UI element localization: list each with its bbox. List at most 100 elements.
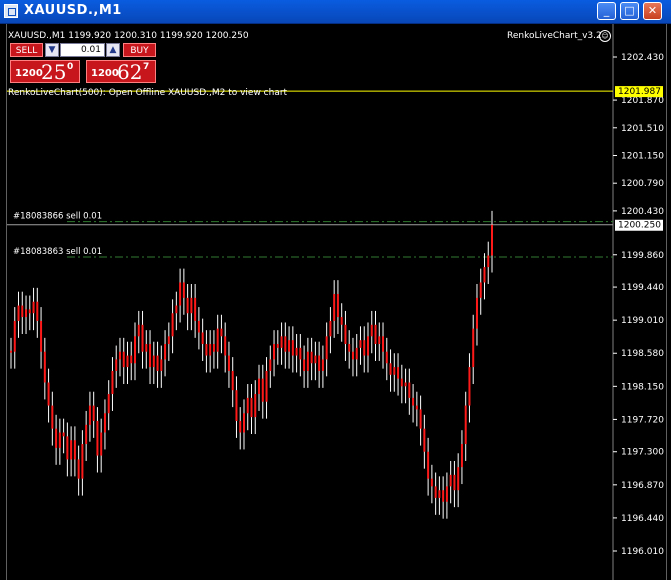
price-bar-body bbox=[404, 382, 407, 387]
price-bar-body bbox=[408, 382, 411, 398]
maximize-button[interactable]: □ bbox=[620, 2, 639, 20]
one-click-trading-panel: SELL ▼ 0.01 ▲ BUY 1200 25 0 1200 62 7 bbox=[10, 43, 156, 84]
price-bar-body bbox=[273, 344, 276, 360]
sell-price-main: 25 bbox=[41, 60, 67, 84]
chart-area[interactable]: 1202.430 1201.870 1201.510 1201.150 1200.790… bbox=[6, 24, 667, 580]
price-bar-body bbox=[115, 359, 118, 371]
price-bar-body bbox=[40, 320, 43, 352]
buy-price-main: 62 bbox=[117, 60, 143, 84]
price-axis-label: 1200.790 bbox=[621, 179, 664, 189]
price-chart[interactable]: 1202.430 1201.870 1201.510 1201.150 1200.790… bbox=[7, 24, 666, 580]
price-bar-body bbox=[73, 440, 76, 460]
price-bar-body bbox=[457, 467, 460, 491]
price-axis-label: 1197.720 bbox=[621, 415, 664, 425]
price-bar-body bbox=[235, 390, 238, 421]
price-bar-body bbox=[194, 297, 197, 321]
price-bar-body bbox=[141, 324, 144, 352]
buy-price-box[interactable]: 1200 62 7 bbox=[86, 60, 156, 84]
price-bar-body bbox=[389, 363, 392, 375]
price-bar-body bbox=[212, 344, 215, 352]
price-bar-body bbox=[62, 432, 65, 437]
status-message: RenkoLiveChart(500): Open Offline XAUUSD… bbox=[8, 88, 288, 98]
lot-size-input[interactable]: 0.01 bbox=[60, 43, 105, 57]
price-bar-body bbox=[385, 351, 388, 364]
price-axis-label: 1197.300 bbox=[621, 448, 664, 458]
price-bar-body bbox=[378, 336, 381, 345]
price-bar-body bbox=[310, 351, 313, 364]
price-bar-body bbox=[321, 359, 324, 371]
price-axis-label: 1201.870 bbox=[621, 96, 664, 106]
price-bar-body bbox=[156, 355, 159, 371]
price-bar-body bbox=[100, 432, 103, 456]
price-bar-body bbox=[284, 336, 287, 352]
price-bar-body bbox=[412, 397, 415, 406]
price-bar-body bbox=[295, 347, 298, 356]
price-bar-body bbox=[152, 355, 155, 368]
symbol-info-line: XAUUSD.,M1 1199.920 1200.310 1199.920 12… bbox=[8, 31, 249, 41]
price-bar-body bbox=[58, 432, 61, 448]
indicator-name-label: RenkoLiveChart_v3.2 bbox=[507, 31, 602, 41]
price-bar-body bbox=[325, 336, 328, 360]
price-bar-body bbox=[164, 344, 167, 360]
smiley-icon: ☺ bbox=[599, 30, 611, 42]
price-bar-body bbox=[171, 313, 174, 337]
price-bar-body bbox=[242, 413, 245, 433]
price-bar-body bbox=[55, 428, 58, 448]
minimize-button[interactable]: _ bbox=[597, 2, 616, 20]
price-bar-body bbox=[348, 344, 351, 352]
price-bar-body bbox=[17, 305, 20, 321]
price-bar-body bbox=[355, 347, 358, 360]
price-bar-body bbox=[491, 224, 493, 256]
price-bar-body bbox=[366, 336, 369, 356]
sell-button[interactable]: SELL bbox=[10, 43, 43, 57]
price-bar-body bbox=[190, 297, 193, 314]
buy-button[interactable]: BUY bbox=[123, 43, 156, 57]
price-axis-label: 1200.430 bbox=[621, 207, 664, 217]
price-bar-body bbox=[220, 328, 223, 337]
price-bar-body bbox=[134, 336, 137, 364]
chart-window-icon bbox=[4, 4, 18, 18]
price-bar-body bbox=[340, 317, 343, 325]
price-bar-body bbox=[400, 378, 403, 387]
lot-increase-button[interactable]: ▲ bbox=[106, 43, 120, 57]
price-bar-body bbox=[434, 486, 437, 498]
price-axis-label: 1196.010 bbox=[621, 547, 664, 557]
price-bar-body bbox=[32, 301, 35, 314]
price-bar-body bbox=[299, 347, 302, 360]
sell-price-box[interactable]: 1200 25 0 bbox=[10, 60, 80, 84]
price-bar-body bbox=[258, 378, 261, 395]
price-bar-body bbox=[438, 490, 441, 498]
price-bar-body bbox=[468, 367, 471, 406]
price-bar-body bbox=[344, 324, 347, 345]
price-bar-body bbox=[374, 324, 377, 345]
price-bar-body bbox=[197, 320, 200, 333]
price-bar-body bbox=[333, 293, 336, 321]
price-bar-body bbox=[427, 451, 430, 479]
price-bar-body bbox=[77, 459, 80, 479]
price-bar-body bbox=[472, 328, 475, 368]
price-bar-body bbox=[265, 370, 268, 402]
price-bar-body bbox=[276, 344, 279, 348]
price-bar-body bbox=[28, 309, 31, 314]
lot-decrease-button[interactable]: ▼ bbox=[45, 43, 59, 57]
close-button[interactable]: ✕ bbox=[643, 2, 662, 20]
price-bar-body bbox=[205, 344, 208, 356]
price-bar-body bbox=[479, 282, 482, 298]
sell-price-prefix: 1200 bbox=[15, 68, 43, 79]
price-bar-body bbox=[10, 350, 12, 353]
price-bar-body bbox=[449, 474, 452, 487]
price-bar-body bbox=[280, 336, 283, 348]
price-bar-body bbox=[246, 397, 249, 414]
price-bar-body bbox=[430, 478, 433, 487]
buy-price-prefix: 1200 bbox=[91, 68, 119, 79]
price-bar-body bbox=[397, 367, 400, 379]
price-bar-body bbox=[36, 301, 39, 321]
price-bar-body bbox=[92, 405, 95, 421]
price-bar-body bbox=[291, 340, 294, 356]
price-bar-body bbox=[359, 340, 362, 348]
window-title: XAUUSD.,M1 bbox=[24, 3, 122, 18]
price-bar-body bbox=[261, 378, 264, 402]
window-titlebar[interactable]: XAUUSD.,M1 _ □ ✕ bbox=[0, 0, 671, 24]
price-bar-body bbox=[250, 397, 253, 418]
price-bar-body bbox=[442, 490, 445, 502]
